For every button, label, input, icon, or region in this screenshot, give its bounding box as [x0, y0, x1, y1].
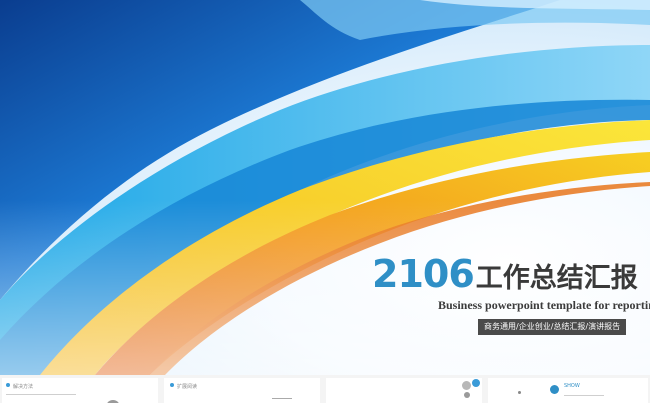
slide-subtitle: Business powerpoint template for reporti… [438, 298, 650, 312]
divider [6, 394, 76, 395]
bullet-icon [6, 383, 10, 387]
title-number: 2106 [372, 252, 475, 296]
bullet-icon [170, 383, 174, 387]
thumbnail-label: 解决方法 [13, 384, 34, 390]
tagline-badge: 商务通用/企业创业/总结汇报/演讲报告 [478, 319, 627, 335]
thumbnail-label: 扩展阅读 [177, 384, 198, 390]
thumbnail-4[interactable]: SHOW [488, 378, 648, 403]
title-text: 工作总结汇报 [475, 263, 638, 294]
dot-icon [518, 391, 521, 394]
circle-icon [550, 385, 559, 394]
thumbnail-1[interactable]: 解决方法 [2, 378, 158, 403]
slide-canvas: 2106工作总结汇报 Business powerpoint template … [0, 0, 650, 375]
slide-title: 2106工作总结汇报 [372, 252, 638, 296]
thumbnail-strip: 解决方法 扩展阅读 SHOW [0, 375, 650, 403]
circle-icon [464, 392, 470, 398]
divider [564, 395, 604, 396]
thumbnail-3[interactable] [326, 378, 482, 403]
circle-icon [472, 379, 480, 387]
divider [272, 398, 292, 399]
circle-icon [462, 381, 471, 390]
thumbnail-2[interactable]: 扩展阅读 [164, 378, 320, 403]
thumbnail-label: SHOW [564, 383, 580, 389]
